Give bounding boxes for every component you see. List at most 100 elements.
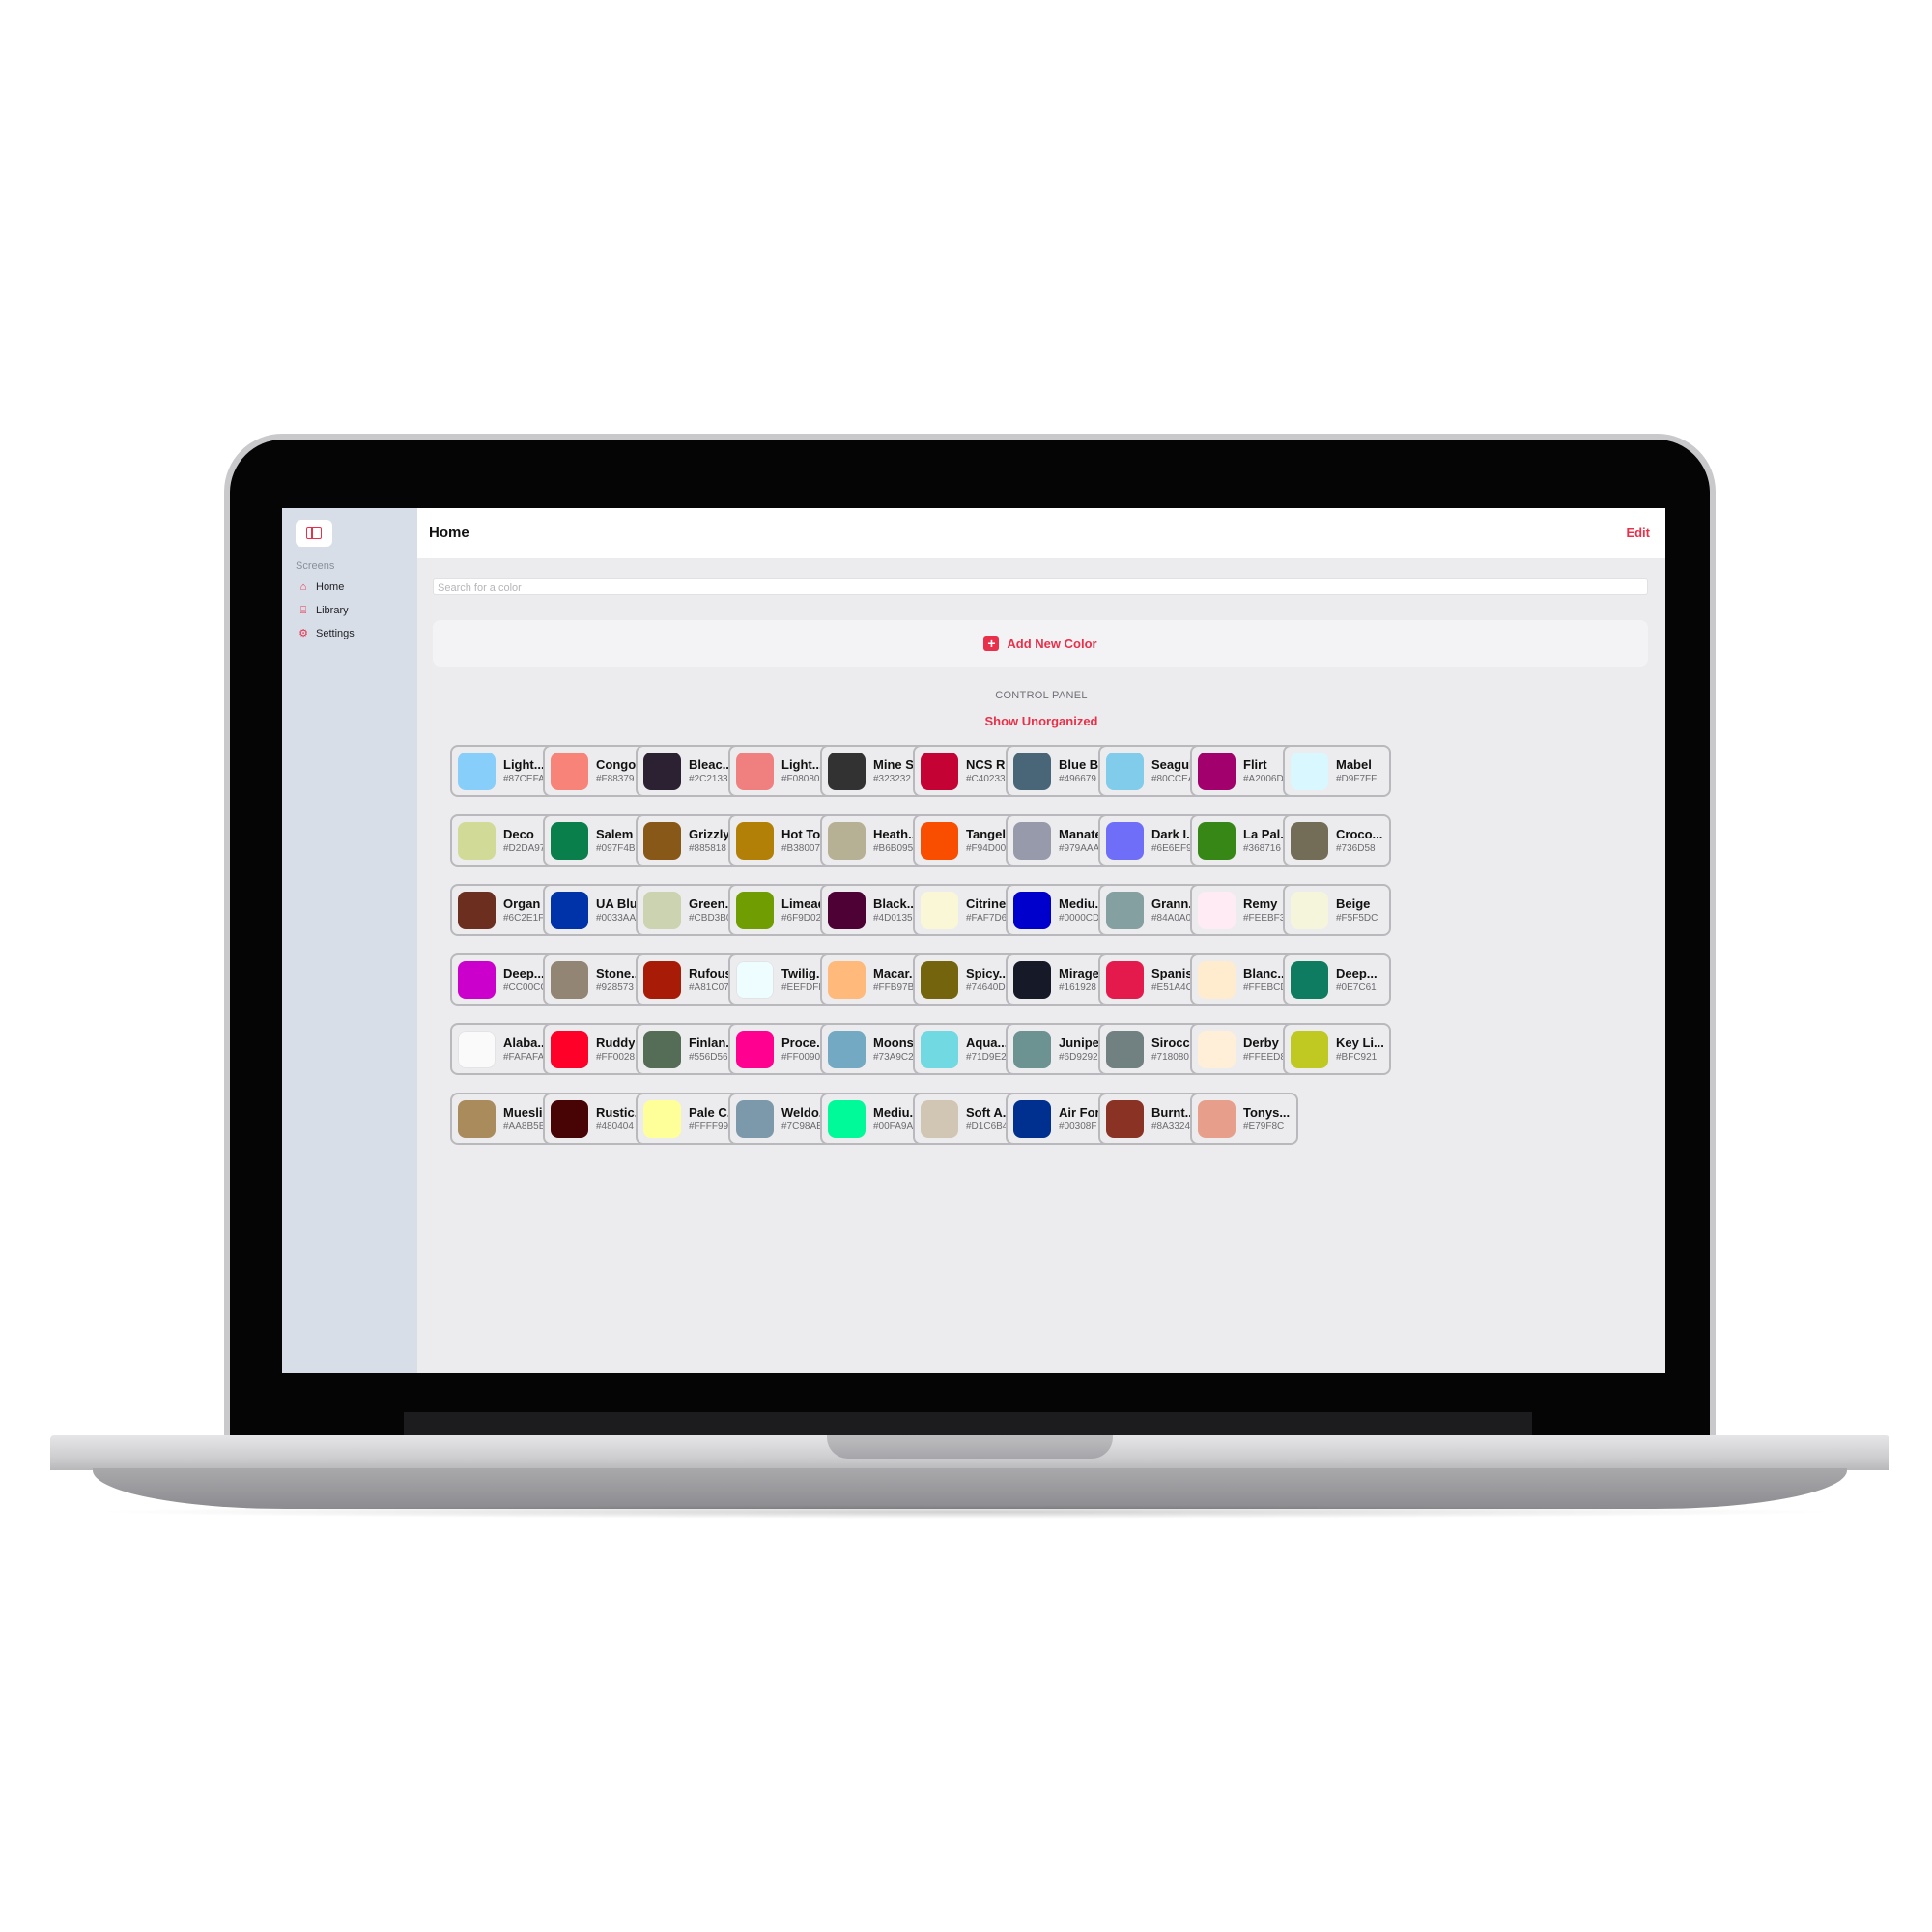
color-text: Organ #6C2E1F: [503, 896, 544, 923]
color-swatch: [1198, 752, 1236, 790]
color-text: Burnt... #8A3324: [1151, 1105, 1196, 1132]
color-card[interactable]: Beige #F5F5DC: [1283, 884, 1391, 936]
color-swatch: [828, 1099, 866, 1138]
color-text: Rufous #A81C07: [689, 966, 732, 993]
color-hex: #6C2E1F: [503, 913, 545, 923]
color-name: Aqua...: [966, 1036, 1009, 1050]
color-name: Tonys...: [1243, 1105, 1291, 1120]
sidebar-item-library[interactable]: ⌸ Library: [298, 605, 349, 616]
color-swatch: [828, 752, 866, 790]
color-name: Remy: [1243, 896, 1278, 911]
color-card[interactable]: Deep... #0E7C61: [1283, 953, 1391, 1006]
color-hex: #D2DA97: [503, 843, 546, 854]
color-swatch: [643, 1099, 681, 1138]
color-hex: #161928: [1059, 982, 1096, 993]
add-new-color-button[interactable]: + Add New Color: [983, 636, 1097, 651]
color-swatch: [643, 821, 681, 860]
color-hex: #736D58: [1336, 843, 1376, 854]
color-name: Flirt: [1243, 757, 1267, 772]
color-swatch: [1106, 1099, 1144, 1138]
color-hex: #71D9E2: [966, 1052, 1007, 1063]
color-swatch: [736, 1099, 774, 1138]
color-text: Derby #FFEED8: [1243, 1036, 1286, 1063]
color-swatch: [1198, 1099, 1236, 1138]
color-swatch: [1106, 891, 1144, 929]
color-card[interactable]: Mabel #D9F7FF: [1283, 745, 1391, 797]
color-swatch: [921, 960, 958, 999]
color-text: Alaba... #FAFAFA: [503, 1036, 548, 1063]
color-name: Rufous: [689, 966, 732, 980]
color-name: Muesli: [503, 1105, 543, 1120]
color-swatch: [1106, 752, 1144, 790]
color-swatch: [551, 821, 588, 860]
sidebar-item-home[interactable]: ⌂ Home: [298, 582, 345, 593]
color-name: Stone...: [596, 966, 641, 980]
color-swatch: [736, 752, 774, 790]
color-swatch: [643, 960, 681, 999]
search-field[interactable]: [433, 578, 1655, 596]
add-color-panel: + Add New Color: [433, 620, 1648, 667]
laptop-shadow: [87, 1505, 1845, 1519]
color-text: Spicy... #74640D: [966, 966, 1009, 993]
color-name: Mirage: [1059, 966, 1099, 980]
color-swatch: [1013, 752, 1051, 790]
color-text: Tonys... #E79F8C: [1243, 1105, 1290, 1132]
color-swatch: [1013, 821, 1051, 860]
color-swatch: [1013, 891, 1051, 929]
color-text: Bleac... #2C2133: [689, 757, 733, 784]
color-text: Muesli #AA8B5B: [503, 1105, 545, 1132]
color-swatch: [736, 960, 774, 999]
show-unorganized-button[interactable]: Show Unorganized: [417, 714, 1665, 728]
color-swatch: [1106, 1030, 1144, 1068]
color-swatch: [1198, 1030, 1236, 1068]
edit-button[interactable]: Edit: [1626, 526, 1650, 540]
color-text: Light... #F08080: [781, 757, 823, 784]
color-swatch: [736, 821, 774, 860]
color-text: Juniper #6D9292: [1059, 1036, 1104, 1063]
color-name: Ruddy: [596, 1036, 636, 1050]
color-swatch: [458, 821, 496, 860]
color-hex: #885818: [689, 843, 726, 854]
color-name: Derby: [1243, 1036, 1279, 1050]
color-name: Black...: [873, 896, 918, 911]
top-bar: Home Edit: [417, 508, 1665, 558]
color-swatch: [1013, 960, 1051, 999]
color-text: Mabel #D9F7FF: [1336, 757, 1377, 784]
color-swatch: [458, 752, 496, 790]
color-swatch: [828, 821, 866, 860]
sidebar: Screens ⌂ Home ⌸ Library ⚙ Settings: [282, 508, 417, 1373]
color-swatch: [1291, 752, 1328, 790]
color-hex: #FEEBF3: [1243, 913, 1286, 923]
color-name: Deco: [503, 827, 534, 841]
color-text: Aqua... #71D9E2: [966, 1036, 1008, 1063]
color-swatch: [551, 1099, 588, 1138]
laptop-notch: [827, 1435, 1113, 1459]
color-swatch: [1013, 1099, 1051, 1138]
color-card[interactable]: Key Li... #BFC921: [1283, 1023, 1391, 1075]
app-window: Screens ⌂ Home ⌸ Library ⚙ Settings Home…: [282, 508, 1665, 1373]
color-name: Beige: [1336, 896, 1371, 911]
house-icon: ⌂: [299, 582, 307, 593]
color-swatch: [1291, 1030, 1328, 1068]
color-card[interactable]: Tonys... #E79F8C: [1190, 1093, 1298, 1145]
color-text: Croco... #736D58: [1336, 827, 1382, 854]
color-name: Salem: [596, 827, 634, 841]
search-input[interactable]: [434, 581, 1655, 596]
sidebar-toggle-button[interactable]: [296, 520, 332, 547]
color-hex: #8A3324: [1151, 1122, 1191, 1132]
sidebar-toggle-icon: [306, 527, 322, 539]
color-swatch: [458, 1099, 496, 1138]
color-swatch: [828, 891, 866, 929]
color-hex: #FAFAFA: [503, 1052, 545, 1063]
building-columns-icon: ⌸: [299, 605, 307, 616]
color-text: Heath... #B6B095: [873, 827, 919, 854]
color-swatch: [1291, 891, 1328, 929]
sidebar-item-settings[interactable]: ⚙ Settings: [298, 628, 355, 639]
color-name: Grizzly: [689, 827, 730, 841]
color-card[interactable]: Croco... #736D58: [1283, 814, 1391, 867]
color-text: Flirt #A2006D: [1243, 757, 1284, 784]
page-title: Home: [429, 525, 469, 541]
sidebar-item-label: Home: [316, 582, 345, 593]
color-name: Alaba...: [503, 1036, 549, 1050]
sidebar-item-label: Library: [316, 605, 349, 616]
